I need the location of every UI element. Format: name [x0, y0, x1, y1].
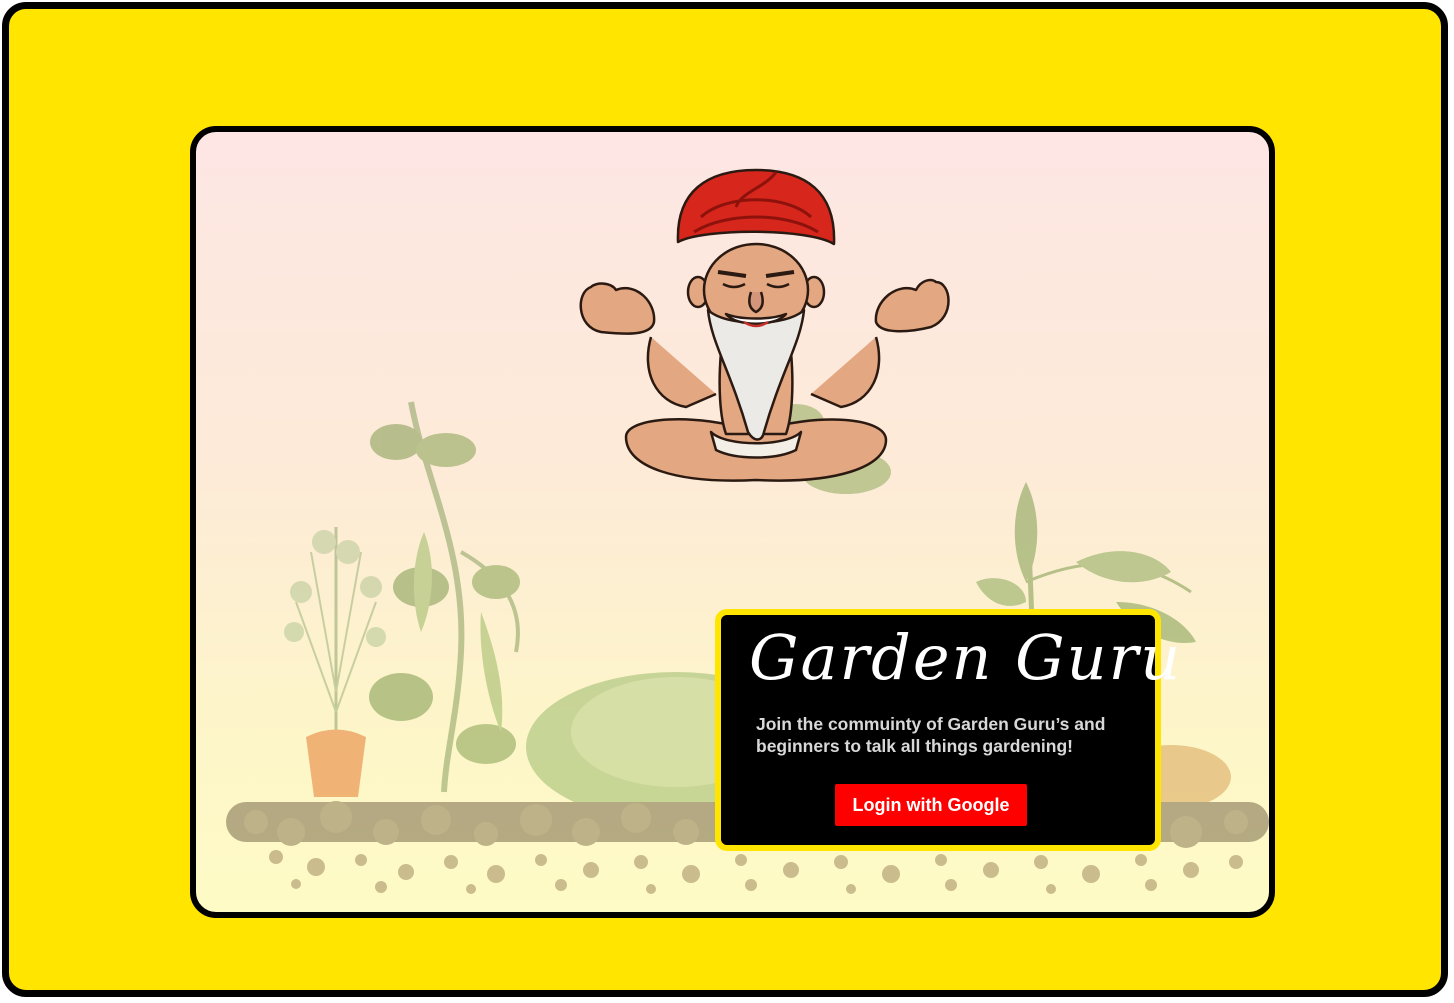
guru-mascot-illustration [579, 168, 950, 482]
outer-frame: Garden Guru Join the commuinty of Garden… [2, 2, 1448, 997]
carrot-illustration [284, 527, 386, 797]
app-title: Garden Guru [749, 621, 1183, 694]
login-with-google-button[interactable]: Login with Google [835, 784, 1027, 826]
login-panel: Garden Guru Join the commuinty of Garden… [715, 609, 1180, 851]
app-tagline: Join the commuinty of Garden Guru’s and … [756, 714, 1106, 756]
login-card: Garden Guru Join the commuinty of Garden… [190, 126, 1275, 918]
pea-plant-illustration [369, 401, 520, 793]
